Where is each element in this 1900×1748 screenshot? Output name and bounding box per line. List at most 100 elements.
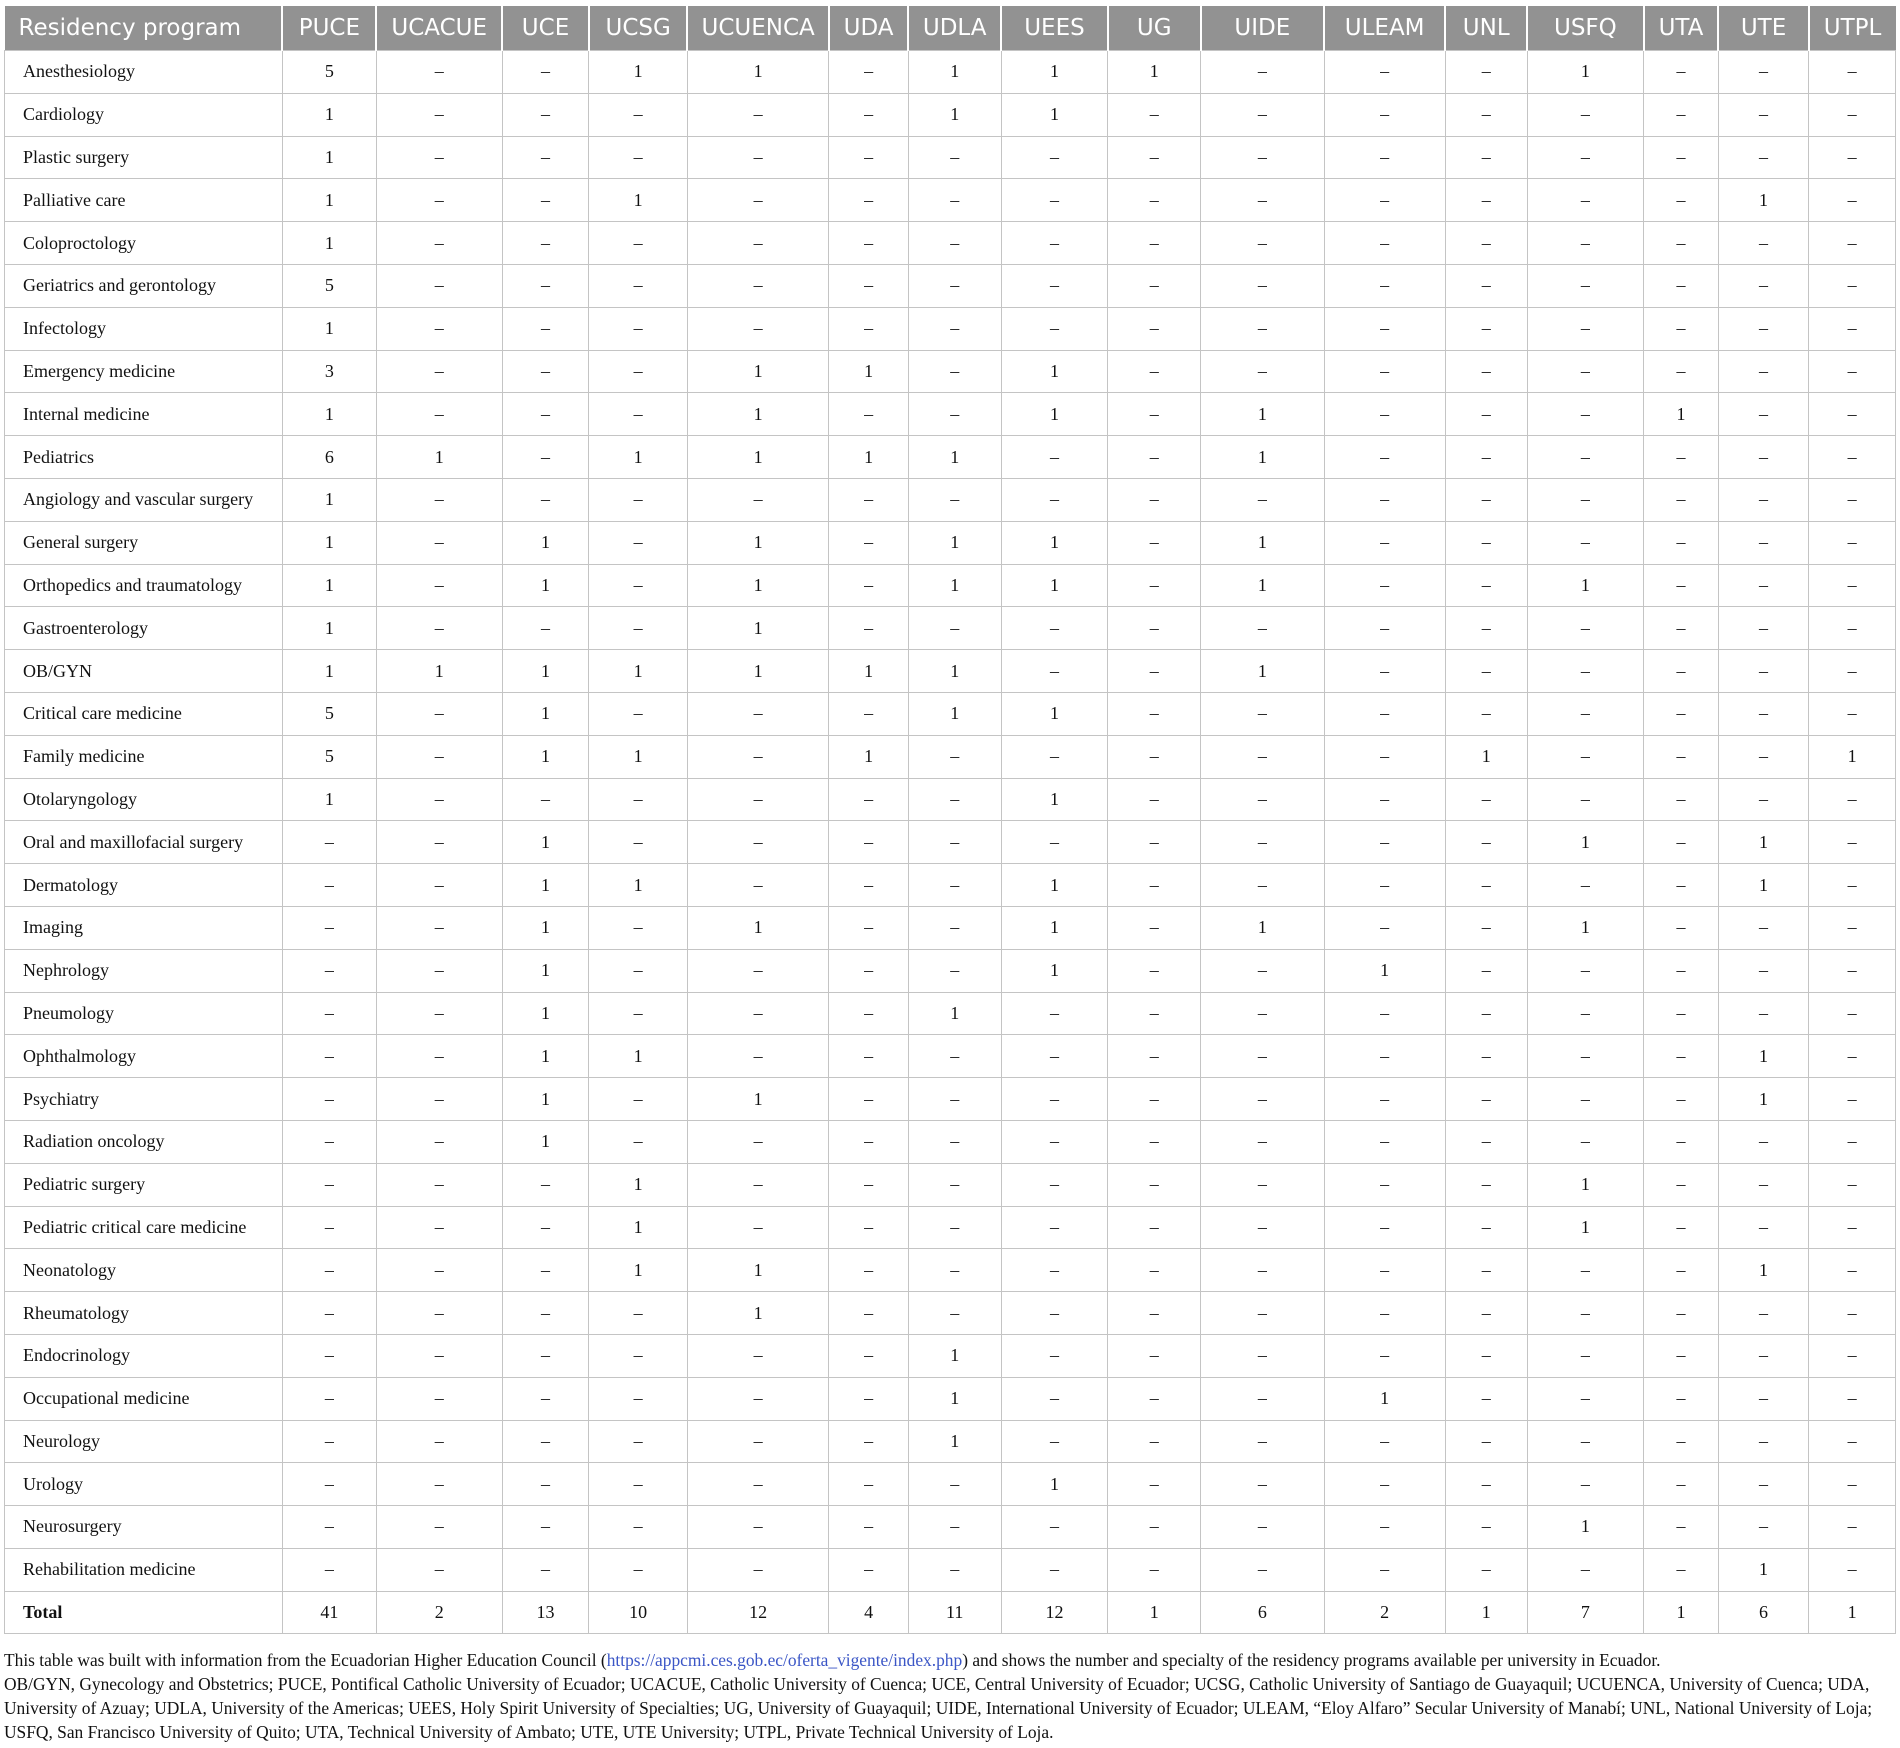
program-count-cell: 1 — [281, 178, 377, 223]
program-count-cell: – — [1200, 1248, 1325, 1293]
program-count-cell: – — [375, 221, 503, 265]
program-count-cell: – — [1000, 1419, 1109, 1464]
program-name-cell: Nephrology — [4, 948, 283, 993]
program-count-cell: – — [1526, 1462, 1645, 1507]
program-count-cell: – — [1200, 1462, 1325, 1507]
program-count-cell: 1 — [588, 734, 688, 779]
program-count-cell: – — [375, 820, 503, 865]
program-count-cell: – — [1808, 349, 1896, 394]
program-count-cell: – — [1643, 221, 1719, 265]
program-count-cell: – — [375, 1162, 503, 1207]
program-count-cell: – — [501, 135, 590, 180]
program-count-cell: – — [501, 1462, 590, 1507]
program-count-cell: – — [1526, 606, 1645, 651]
program-name-cell: Pneumology — [4, 991, 283, 1036]
program-count-cell: – — [588, 1376, 688, 1421]
program-count-cell: – — [281, 1119, 377, 1164]
program-count-cell: – — [1643, 263, 1719, 308]
program-count-cell: – — [1200, 263, 1325, 308]
program-count-cell: – — [907, 1462, 1002, 1507]
program-count-cell: – — [828, 1547, 909, 1592]
total-count-cell: 41 — [281, 1590, 377, 1635]
program-count-cell: – — [686, 306, 830, 351]
program-count-cell: – — [1444, 691, 1528, 736]
program-count-cell: – — [1526, 349, 1645, 394]
program-count-cell: – — [375, 991, 503, 1036]
source-link[interactable]: https://appcmi.ces.gob.ec/oferta_vigente… — [607, 1650, 962, 1670]
program-count-cell: – — [1200, 221, 1325, 265]
program-count-cell: 1 — [1526, 1505, 1645, 1549]
program-name-cell: Pediatric surgery — [4, 1162, 283, 1207]
program-count-cell: – — [1444, 135, 1528, 180]
program-count-cell: – — [1444, 1248, 1528, 1293]
program-count-cell: – — [375, 1205, 503, 1250]
program-count-cell: – — [1000, 734, 1109, 779]
table-row: Palliative care 1– –1– – – – – – – – – –1– — [4, 178, 1896, 223]
header-university: UTA — [1643, 6, 1720, 51]
program-count-cell: – — [1717, 520, 1810, 565]
program-count-cell: – — [281, 1077, 377, 1121]
program-count-cell: – — [1107, 1333, 1202, 1378]
program-count-cell: 1 — [1000, 1462, 1109, 1507]
program-count-cell: – — [501, 1162, 590, 1207]
program-count-cell: – — [1323, 1034, 1446, 1079]
program-count-cell: – — [281, 991, 377, 1036]
program-name-cell: Pediatrics — [4, 435, 283, 479]
program-count-cell: 1 — [281, 392, 377, 437]
program-count-cell: – — [1000, 135, 1109, 180]
program-count-cell: – — [375, 1119, 503, 1164]
program-count-cell: – — [1526, 1077, 1645, 1121]
program-name-cell: Cardiology — [4, 92, 283, 137]
program-count-cell: – — [686, 1547, 830, 1592]
program-count-cell: – — [1323, 1462, 1446, 1507]
program-count-cell: – — [1200, 863, 1325, 907]
program-count-cell: – — [686, 1119, 830, 1164]
program-count-cell: – — [686, 863, 830, 907]
program-count-cell: – — [1526, 1376, 1645, 1421]
program-count-cell: – — [375, 1462, 503, 1507]
program-count-cell: – — [588, 820, 688, 865]
program-count-cell: – — [1808, 92, 1896, 137]
program-count-cell: 1 — [828, 435, 909, 479]
program-count-cell: 1 — [1808, 734, 1896, 779]
program-count-cell: – — [501, 777, 590, 822]
program-count-cell: – — [1200, 92, 1325, 137]
program-count-cell: 1 — [501, 863, 590, 907]
program-count-cell: 1 — [281, 520, 377, 565]
program-count-cell: 5 — [281, 50, 377, 94]
program-count-cell: – — [588, 1462, 688, 1507]
program-count-cell: – — [1444, 50, 1528, 94]
program-count-cell: – — [1643, 1205, 1719, 1250]
program-count-cell: – — [1526, 135, 1645, 180]
program-count-cell: – — [828, 1462, 909, 1507]
program-count-cell: – — [1808, 392, 1896, 437]
program-count-cell: – — [907, 606, 1002, 651]
program-count-cell: 1 — [907, 991, 1002, 1036]
header-university: UDA — [828, 6, 910, 51]
program-count-cell: – — [1643, 649, 1719, 693]
total-count-cell: 1 — [1808, 1590, 1896, 1635]
program-count-cell: 1 — [1526, 563, 1645, 608]
program-count-cell: – — [828, 520, 909, 565]
program-count-cell: – — [1107, 1077, 1202, 1121]
table-row: Psychiatry – –1–1– – – – – – – – –1– — [4, 1077, 1896, 1121]
program-count-cell: 1 — [1000, 948, 1109, 993]
program-count-cell: – — [1107, 178, 1202, 223]
source-note-suffix: ) and shows the number and specialty of … — [962, 1650, 1661, 1670]
program-count-cell: 6 — [281, 435, 377, 479]
program-count-cell: – — [1643, 777, 1719, 822]
program-count-cell: – — [828, 905, 909, 950]
program-count-cell: 1 — [1717, 1077, 1810, 1121]
program-count-cell: – — [1000, 1547, 1109, 1592]
program-name-cell: Pediatric critical care medicine — [4, 1205, 283, 1250]
program-count-cell: – — [375, 905, 503, 950]
program-count-cell: – — [588, 991, 688, 1036]
program-name-cell: Plastic surgery — [4, 135, 283, 180]
program-count-cell: – — [1107, 221, 1202, 265]
program-count-cell: 1 — [1000, 691, 1109, 736]
program-count-cell: 1 — [1000, 563, 1109, 608]
program-count-cell: 1 — [1526, 820, 1645, 865]
program-count-cell: – — [907, 1505, 1002, 1549]
program-count-cell: – — [501, 1547, 590, 1592]
program-count-cell: – — [1526, 392, 1645, 437]
